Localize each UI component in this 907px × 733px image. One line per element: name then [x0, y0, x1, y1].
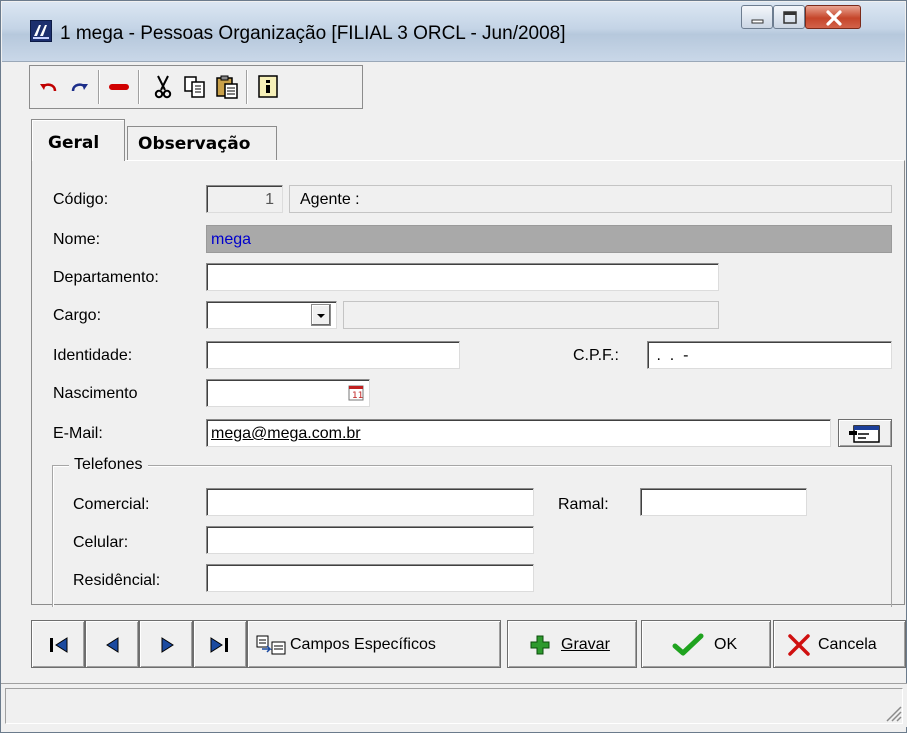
cancel-x-icon: [788, 634, 810, 656]
celular-label: Celular:: [73, 534, 129, 551]
maximize-button[interactable]: [773, 5, 805, 29]
agente-field: Agente :: [289, 185, 892, 213]
info-icon: [258, 75, 278, 98]
next-record-icon: [161, 637, 174, 653]
departamento-field[interactable]: [206, 263, 719, 291]
delete-icon: [109, 84, 129, 90]
ok-button[interactable]: OK: [641, 620, 771, 668]
comercial-field[interactable]: [206, 488, 534, 516]
cargo-description-field: [343, 301, 719, 329]
cpf-label: C.P.F.:: [573, 347, 619, 364]
application-window: 1 mega - Pessoas Organização [FILIAL 3 O…: [0, 0, 907, 733]
toolbar: [29, 65, 363, 109]
campos-especificos-icon: [256, 635, 286, 655]
close-icon: [826, 10, 842, 26]
departamento-label: Departamento:: [53, 269, 159, 286]
tab-observacao-label: Observação: [138, 134, 251, 154]
gravar-label: Gravar: [561, 636, 610, 653]
status-bar: [1, 683, 907, 727]
copy-button[interactable]: [182, 74, 208, 100]
tab-geral-label: Geral: [48, 133, 100, 153]
resize-grip-icon[interactable]: [881, 701, 903, 723]
previous-record-icon: [106, 637, 119, 653]
telefones-legend: Telefones: [69, 456, 148, 474]
campos-especificos-button[interactable]: Campos Específicos: [247, 620, 501, 668]
residencial-field[interactable]: [206, 564, 534, 592]
copy-icon: [184, 76, 205, 98]
paste-icon: [216, 75, 238, 99]
status-panel: [5, 688, 903, 724]
celular-field[interactable]: [206, 526, 534, 554]
calendar-icon: 11: [348, 385, 364, 401]
tab-observacao[interactable]: Observação: [127, 126, 277, 160]
ramal-field[interactable]: [640, 488, 807, 516]
cut-button[interactable]: [150, 74, 176, 100]
tab-geral[interactable]: Geral: [31, 119, 125, 161]
ramal-label: Ramal:: [558, 496, 609, 513]
delete-button[interactable]: [106, 74, 132, 100]
cancela-label: Cancela: [818, 636, 877, 653]
minimize-icon: [751, 19, 764, 24]
calendar-button[interactable]: 11: [346, 383, 366, 403]
email-card-icon: [849, 425, 880, 443]
info-button[interactable]: [256, 74, 282, 100]
cargo-label: Cargo:: [53, 307, 102, 324]
first-record-icon: [50, 637, 68, 653]
next-record-button[interactable]: [139, 620, 193, 668]
comercial-label: Comercial:: [73, 496, 150, 513]
close-button[interactable]: [805, 5, 861, 29]
undo-icon: [40, 83, 57, 92]
paste-button[interactable]: [214, 74, 240, 100]
identidade-label: Identidade:: [53, 347, 133, 364]
nascimento-label: Nascimento: [53, 385, 138, 402]
redo-icon: [71, 83, 88, 92]
last-record-icon: [210, 637, 228, 653]
nome-field[interactable]: mega: [206, 225, 892, 253]
campos-especificos-label: Campos Específicos: [290, 636, 436, 653]
title-bar[interactable]: 1 mega - Pessoas Organização [FILIAL 3 O…: [2, 2, 905, 62]
cargo-dropdown-button[interactable]: [311, 304, 331, 326]
first-record-button[interactable]: [31, 620, 85, 668]
email-field[interactable]: mega@mega.com.br: [206, 419, 831, 447]
nome-label: Nome:: [53, 231, 101, 248]
email-label: E-Mail:: [53, 425, 103, 442]
plus-icon: [530, 635, 550, 655]
cancela-button[interactable]: Cancela: [773, 620, 906, 668]
undo-button[interactable]: [36, 74, 62, 100]
previous-record-button[interactable]: [85, 620, 139, 668]
app-logo-icon: [30, 20, 52, 42]
identidade-field[interactable]: [206, 341, 460, 369]
chevron-down-icon: [317, 314, 325, 318]
window-title: 1 mega - Pessoas Organização [FILIAL 3 O…: [60, 23, 566, 44]
residencial-label: Residêncial:: [73, 572, 161, 589]
minimize-button[interactable]: [741, 5, 773, 29]
codigo-field[interactable]: 1: [206, 185, 283, 213]
checkmark-icon: [672, 633, 704, 656]
maximize-icon: [783, 11, 797, 24]
last-record-button[interactable]: [193, 620, 247, 668]
cut-icon: [154, 75, 172, 99]
codigo-label: Código:: [53, 191, 109, 208]
send-email-button[interactable]: [838, 419, 892, 447]
redo-button[interactable]: [68, 74, 94, 100]
cpf-field[interactable]: . . -: [647, 341, 892, 369]
agente-label: Agente :: [300, 191, 360, 208]
gravar-button[interactable]: Gravar: [507, 620, 637, 668]
ok-label: OK: [714, 636, 738, 653]
svg-text:11: 11: [352, 391, 363, 401]
